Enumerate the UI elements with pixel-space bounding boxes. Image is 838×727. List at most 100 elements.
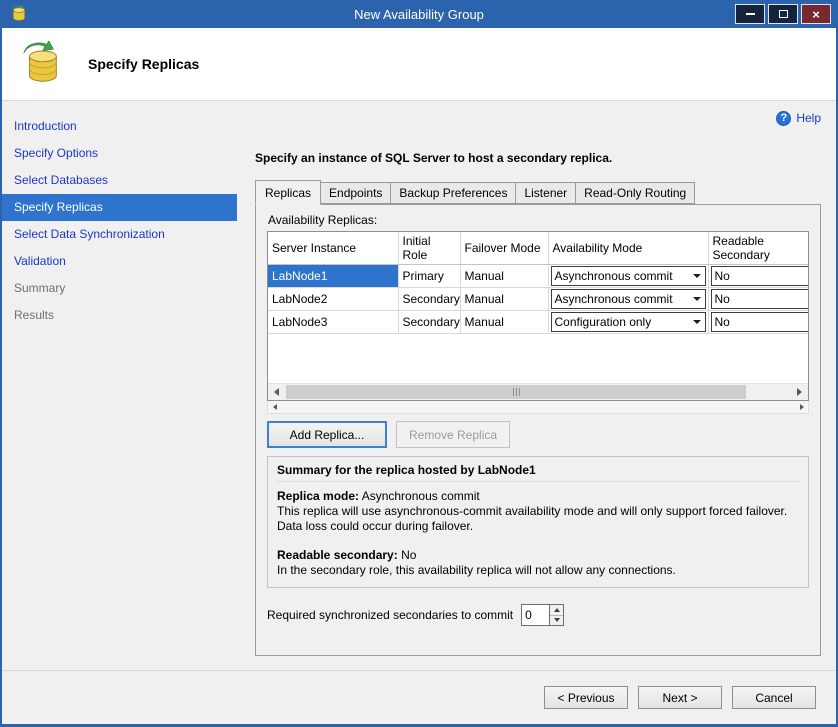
triangle-up-icon bbox=[554, 608, 560, 612]
table-row: LabNode2 Secondary Manual Asynchronous c… bbox=[268, 288, 809, 311]
replicas-tab-panel: Availability Replicas: Server Instance I… bbox=[255, 204, 821, 656]
scroll-right-button[interactable] bbox=[791, 384, 808, 400]
table-row: LabNode1 Primary Manual Asynchronous com… bbox=[268, 265, 809, 288]
previous-button[interactable]: < Previous bbox=[544, 686, 628, 709]
cell-server-instance[interactable]: LabNode1 bbox=[268, 265, 398, 288]
tab-listener[interactable]: Listener bbox=[516, 182, 576, 204]
spin-down-button[interactable] bbox=[550, 616, 563, 626]
tab-endpoints[interactable]: Endpoints bbox=[321, 182, 391, 204]
column-header-failover-mode[interactable]: Failover Mode bbox=[460, 232, 548, 265]
scroll-left-button[interactable] bbox=[268, 401, 281, 413]
spin-up-button[interactable] bbox=[550, 605, 563, 616]
column-header-readable-secondary[interactable]: Readable Secondary bbox=[708, 232, 809, 265]
cell-failover-mode[interactable]: Manual bbox=[460, 288, 548, 311]
sidebar-item-summary: Summary bbox=[2, 275, 237, 302]
tab-replicas[interactable]: Replicas bbox=[255, 180, 321, 205]
cell-initial-role[interactable]: Secondary bbox=[398, 311, 460, 334]
scrollbar-thumb[interactable] bbox=[286, 385, 746, 399]
minimize-button[interactable] bbox=[735, 4, 765, 24]
readable-secondary-label: Readable secondary: bbox=[277, 548, 398, 562]
readable-secondary-dropdown[interactable]: No bbox=[711, 312, 810, 332]
content: Introduction Specify Options Select Data… bbox=[2, 101, 836, 670]
replica-mode-value: Asynchronous commit bbox=[362, 489, 480, 503]
readable-secondary-line: Readable secondary: No bbox=[277, 548, 799, 563]
column-header-server-instance[interactable]: Server Instance bbox=[268, 232, 398, 265]
instruction-text: Specify an instance of SQL Server to hos… bbox=[255, 151, 821, 165]
tab-strip: Replicas Endpoints Backup Preferences Li… bbox=[255, 180, 821, 204]
header-row: Server Instance Initial Role Failover Mo… bbox=[268, 232, 809, 265]
close-icon: × bbox=[812, 8, 820, 21]
add-replica-button[interactable]: Add Replica... bbox=[267, 421, 387, 448]
replica-mode-label: Replica mode: bbox=[277, 489, 359, 503]
wizard-header: Specify Replicas bbox=[2, 28, 836, 101]
tab-backup-preferences[interactable]: Backup Preferences bbox=[391, 182, 516, 204]
titlebar[interactable]: New Availability Group × bbox=[2, 0, 836, 28]
main-panel: ? Help Specify an instance of SQL Server… bbox=[237, 101, 836, 670]
replicas-table: Server Instance Initial Role Failover Mo… bbox=[268, 232, 809, 334]
sidebar-item-select-data-synchronization[interactable]: Select Data Synchronization bbox=[2, 221, 237, 248]
sidebar-item-introduction[interactable]: Introduction bbox=[2, 113, 237, 140]
cell-server-instance[interactable]: LabNode3 bbox=[268, 311, 398, 334]
wizard-footer: < Previous Next > Cancel bbox=[2, 670, 836, 724]
grid-horizontal-scrollbar[interactable] bbox=[268, 383, 808, 400]
replica-summary-box: Summary for the replica hosted by LabNod… bbox=[267, 456, 809, 588]
window-title: New Availability Group bbox=[2, 7, 836, 22]
triangle-left-icon bbox=[274, 388, 279, 396]
cell-readable-secondary: No bbox=[708, 288, 809, 311]
sidebar-item-specify-options[interactable]: Specify Options bbox=[2, 140, 237, 167]
column-header-availability-mode[interactable]: Availability Mode bbox=[548, 232, 708, 265]
cell-availability-mode: Asynchronous commit bbox=[548, 265, 708, 288]
remove-replica-button[interactable]: Remove Replica bbox=[396, 421, 510, 448]
table-row: LabNode3 Secondary Manual Configuration … bbox=[268, 311, 809, 334]
cell-initial-role[interactable]: Primary bbox=[398, 265, 460, 288]
maximize-button[interactable] bbox=[768, 4, 798, 24]
cell-initial-role[interactable]: Secondary bbox=[398, 288, 460, 311]
panel-horizontal-scrollbar[interactable] bbox=[267, 401, 809, 414]
chevron-down-icon bbox=[693, 320, 701, 324]
tab-read-only-routing[interactable]: Read-Only Routing bbox=[576, 182, 695, 204]
chevron-down-icon bbox=[693, 297, 701, 301]
readable-secondary-description: In the secondary role, this availability… bbox=[277, 563, 799, 578]
replica-mode-description: This replica will use asynchronous-commi… bbox=[277, 504, 799, 534]
cell-failover-mode[interactable]: Manual bbox=[460, 265, 548, 288]
availability-mode-dropdown[interactable]: Configuration only bbox=[551, 312, 706, 332]
window-body: Specify Replicas Introduction Specify Op… bbox=[2, 28, 836, 724]
cell-readable-secondary: No bbox=[708, 265, 809, 288]
next-button[interactable]: Next > bbox=[638, 686, 722, 709]
quorum-input[interactable] bbox=[521, 604, 549, 626]
sidebar-item-select-databases[interactable]: Select Databases bbox=[2, 167, 237, 194]
wizard-steps: Introduction Specify Options Select Data… bbox=[2, 101, 237, 670]
cell-server-instance[interactable]: LabNode2 bbox=[268, 288, 398, 311]
help-icon[interactable]: ? bbox=[776, 111, 791, 126]
help-link[interactable]: Help bbox=[796, 111, 821, 125]
close-button[interactable]: × bbox=[801, 4, 831, 24]
cancel-button[interactable]: Cancel bbox=[732, 686, 816, 709]
cell-failover-mode[interactable]: Manual bbox=[460, 311, 548, 334]
triangle-left-icon bbox=[273, 404, 277, 410]
maximize-icon bbox=[779, 10, 788, 18]
grip-icon bbox=[516, 388, 517, 396]
spacer bbox=[277, 534, 799, 548]
availability-mode-dropdown[interactable]: Asynchronous commit bbox=[551, 289, 706, 309]
quorum-row: Required synchronized secondaries to com… bbox=[267, 604, 809, 626]
cell-availability-mode: Configuration only bbox=[548, 311, 708, 334]
readable-secondary-dropdown[interactable]: No bbox=[711, 266, 810, 286]
replicas-grid: Server Instance Initial Role Failover Mo… bbox=[267, 231, 809, 401]
cell-readable-secondary: No bbox=[708, 311, 809, 334]
availability-mode-dropdown[interactable]: Asynchronous commit bbox=[551, 266, 706, 286]
scroll-right-button[interactable] bbox=[795, 401, 808, 413]
sidebar-item-validation[interactable]: Validation bbox=[2, 248, 237, 275]
replica-actions: Add Replica... Remove Replica bbox=[267, 421, 809, 448]
quorum-label: Required synchronized secondaries to com… bbox=[267, 608, 513, 622]
column-header-initial-role[interactable]: Initial Role bbox=[398, 232, 460, 265]
help-row: ? Help bbox=[255, 109, 821, 127]
quorum-spinner bbox=[521, 604, 564, 626]
sidebar-item-specify-replicas[interactable]: Specify Replicas bbox=[2, 194, 237, 221]
readable-secondary-dropdown[interactable]: No bbox=[711, 289, 810, 309]
page-title: Specify Replicas bbox=[88, 56, 199, 72]
scroll-left-button[interactable] bbox=[268, 384, 285, 400]
readable-secondary-value: No bbox=[401, 548, 416, 562]
minimize-icon bbox=[746, 13, 755, 15]
summary-title: Summary for the replica hosted by LabNod… bbox=[277, 463, 799, 482]
triangle-down-icon bbox=[554, 618, 560, 622]
